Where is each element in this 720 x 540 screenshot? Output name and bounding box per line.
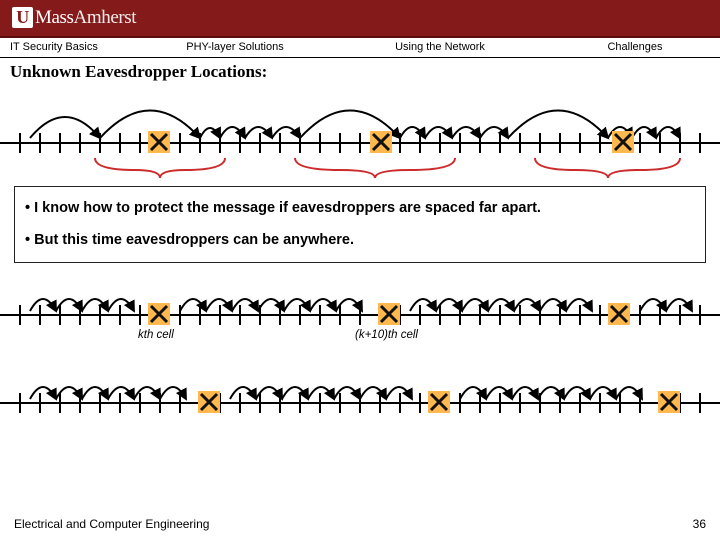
tab-it-security[interactable]: IT Security Basics [0,38,140,57]
diagram-svg-3 [0,355,720,427]
footer-dept: Electrical and Computer Engineering [14,517,209,531]
tab-phy-layer[interactable]: PHY-layer Solutions [140,38,330,57]
logo-amherst-text: Amherst [74,7,137,29]
diagram-row-2: kth cell (k+10)th cell [0,267,720,351]
brand-header: U Mass Amherst [0,0,720,38]
section-tabs: IT Security Basics PHY-layer Solutions U… [0,38,720,58]
tab-using-network[interactable]: Using the Network [330,38,550,57]
bullet-2: • But this time eavesdroppers can be any… [25,231,695,251]
bullet-2-text: But this time eavesdroppers can be anywh… [34,232,354,248]
label-kth-cell: kth cell [138,329,174,341]
label-k10-cell: (k+10)th cell [355,329,418,341]
footer-page-number: 36 [693,517,706,531]
diagram-row-3 [0,355,720,427]
tab-challenges[interactable]: Challenges [550,38,720,57]
bullet-box: • I know how to protect the message if e… [14,186,706,263]
slide-footer: Electrical and Computer Engineering 36 [0,508,720,540]
diagram-row-1 [0,88,720,180]
page-title: Unknown Eavesdropper Locations: [0,58,720,84]
bullet-1-text: I know how to protect the message if eav… [34,200,541,216]
umass-logo: U Mass Amherst [12,7,136,29]
logo-u-badge: U [12,7,33,28]
diagram-svg-1 [0,88,720,180]
bullet-1: • I know how to protect the message if e… [25,199,695,219]
logo-mass-text: Mass [35,7,74,29]
